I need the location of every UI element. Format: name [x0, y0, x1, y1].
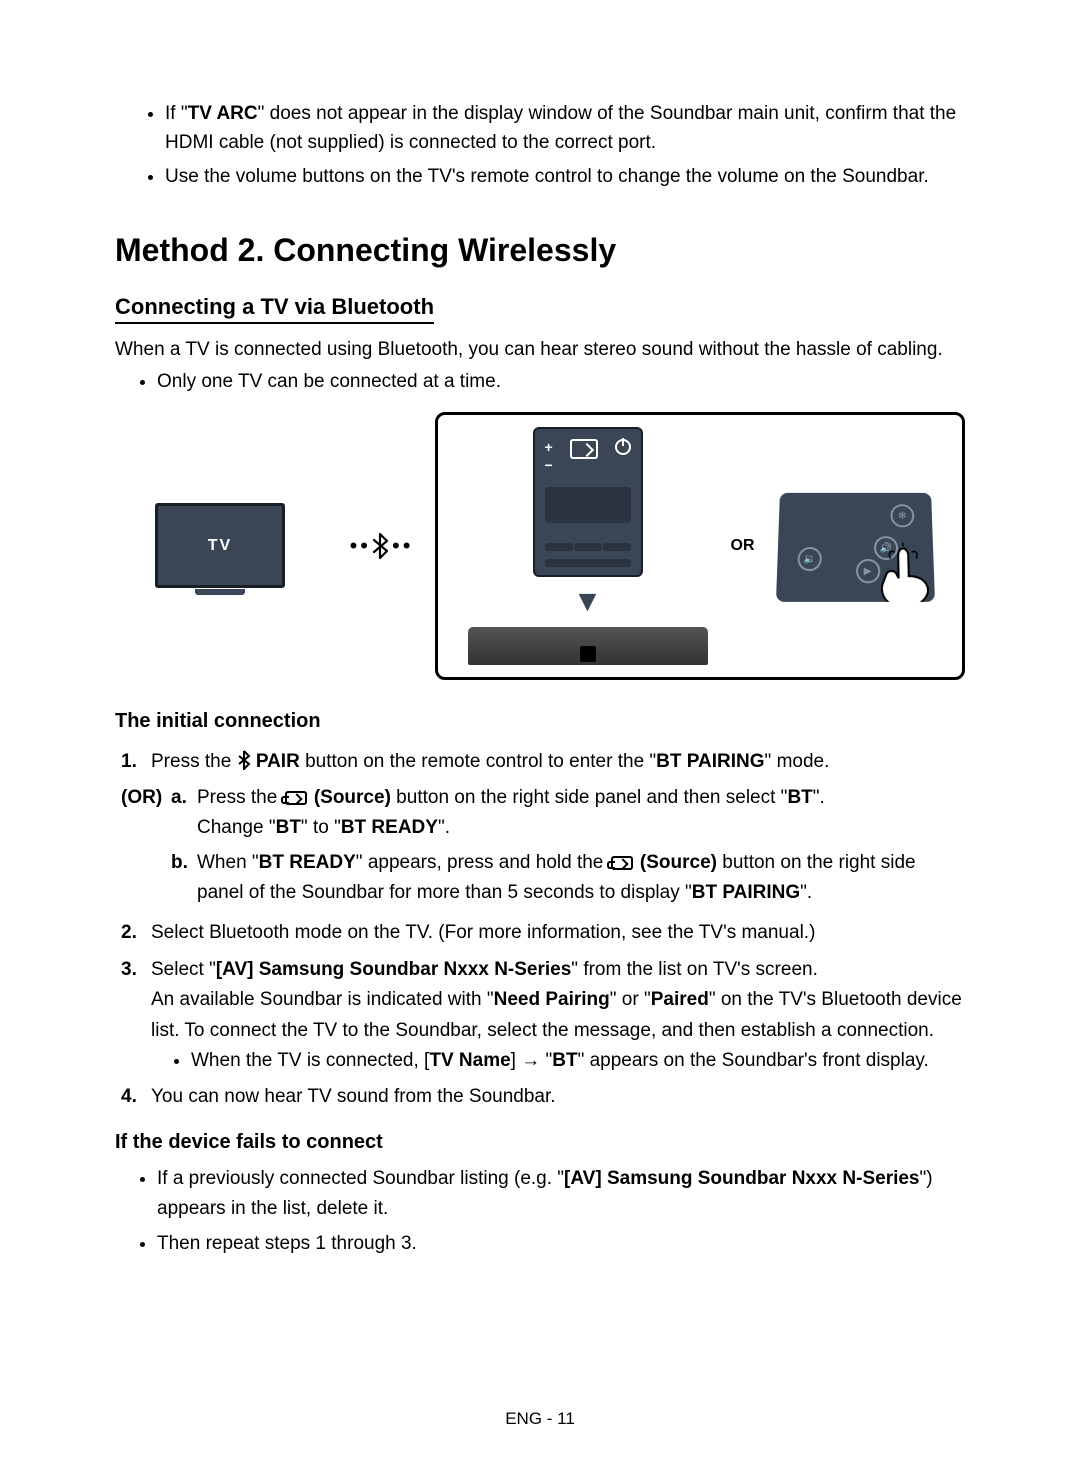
device-options-frame: +− ▼ OR ✻ 🔊 ▶ 🔉 — [435, 412, 965, 680]
bluetooth-icon — [237, 750, 251, 770]
hand-press-icon — [867, 536, 934, 602]
initial-connection-heading: The initial connection — [115, 710, 965, 733]
top-note-1: If "TV ARC" does not appear in the displ… — [165, 100, 965, 157]
method-heading: Method 2. Connecting Wirelessly — [115, 232, 965, 269]
step-3: 3. Select "[AV] Samsung Soundbar Nxxx N-… — [121, 955, 965, 1077]
remote-illustration: +− — [533, 427, 643, 577]
bluetooth-subheading: Connecting a TV via Bluetooth — [115, 294, 434, 324]
fail-item-2: Then repeat steps 1 through 3. — [157, 1229, 965, 1259]
tv-illustration: TV — [115, 412, 325, 680]
step-2: 2. Select Bluetooth mode on the TV. (For… — [121, 918, 965, 948]
steps-list: 1. Press the PAIR button on the remote c… — [121, 747, 965, 1113]
step-4: 4. You can now hear TV sound from the So… — [121, 1082, 965, 1112]
top-notes-list: If "TV ARC" does not appear in the displ… — [145, 100, 965, 192]
fail-list: If a previously connected Soundbar listi… — [137, 1164, 965, 1259]
step-a: a. Press the (Source) button on the righ… — [171, 783, 965, 844]
step-or: (OR) a. Press the (Source) button on the… — [121, 783, 965, 913]
remote-and-soundbar: +− ▼ — [468, 427, 708, 665]
page-footer: ENG - 11 — [0, 1409, 1080, 1429]
step-1: 1. Press the PAIR button on the remote c… — [121, 747, 965, 777]
intro-bullet-list: Only one TV can be connected at a time. — [137, 368, 965, 397]
soundbar-illustration — [468, 627, 708, 665]
intro-text: When a TV is connected using Bluetooth, … — [115, 336, 965, 365]
source-icon — [611, 856, 633, 870]
intro-bullet: Only one TV can be connected at a time. — [157, 368, 965, 397]
arrow-down-icon: ▼ — [573, 585, 603, 619]
step-b: b. When "BT READY" appears, press and ho… — [171, 848, 965, 909]
power-icon — [615, 439, 631, 455]
fail-heading: If the device fails to connect — [115, 1131, 965, 1154]
source-icon — [570, 439, 598, 459]
fail-item-1: If a previously connected Soundbar listi… — [157, 1164, 965, 1225]
step-3-sub-bullet: When the TV is connected, [TV Name] → "B… — [191, 1046, 965, 1076]
source-icon — [285, 791, 307, 805]
or-separator: OR — [731, 537, 755, 555]
top-note-2: Use the volume buttons on the TV's remot… — [165, 163, 965, 192]
bluetooth-icon — [371, 532, 389, 560]
connection-diagram: TV •• •• +− ▼ OR ✻ — [115, 412, 965, 680]
touch-panel-illustration: ✻ 🔊 ▶ 🔉 — [775, 492, 934, 601]
bluetooth-signal-icon: •• •• — [335, 412, 425, 680]
